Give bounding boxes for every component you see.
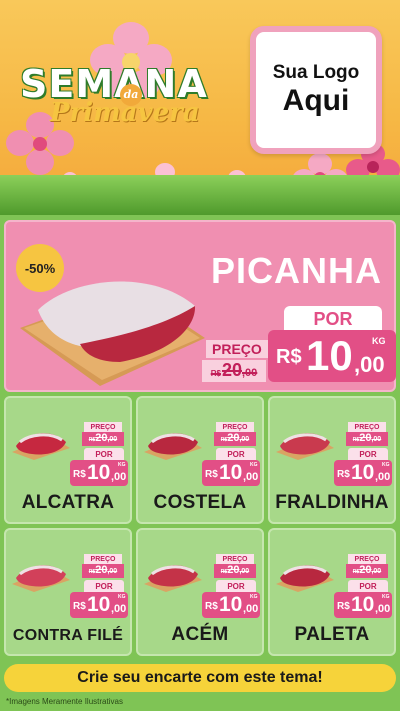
new-price: R$ 10,00 KG xyxy=(334,460,392,486)
new-price: R$ 10,00 KG xyxy=(70,460,128,486)
campaign-title: SEMANA da Primavera xyxy=(20,62,235,132)
new-price-label: POR xyxy=(216,580,256,592)
product-card[interactable]: PREÇO R$ 20,00 POR R$ 10,00 KG FRALDINHA xyxy=(268,396,396,524)
new-price-label: POR xyxy=(284,306,382,332)
old-price-label: PREÇO xyxy=(216,422,254,432)
new-price-label: POR xyxy=(84,580,124,592)
product-name: PALETA xyxy=(294,624,370,645)
featured-product-name: PICANHA xyxy=(211,250,383,291)
new-price: R$ 10,00 KG xyxy=(202,592,260,618)
old-price-label: PREÇO xyxy=(84,554,122,564)
product-name: ACÉM xyxy=(171,624,229,645)
meat-icon xyxy=(12,433,70,460)
new-price: R$ 10,00 KG xyxy=(202,460,260,486)
new-price: R$ 10 ,00 KG xyxy=(268,330,396,382)
logo-text-line1: Sua Logo xyxy=(272,62,360,83)
disclaimer-text: *Imagens Meramente Ilustrativas xyxy=(6,697,123,706)
old-price: R$ 20,00 xyxy=(202,360,266,382)
old-price-label: PREÇO xyxy=(348,422,386,432)
meat-icon xyxy=(276,433,334,460)
new-price: R$ 10,00 KG xyxy=(334,592,392,618)
product-card[interactable]: PREÇO R$ 20,00 POR R$ 10,00 KG ACÉM xyxy=(136,528,264,656)
new-price: R$ 10,00 KG xyxy=(70,592,128,618)
new-price-label: POR xyxy=(216,448,256,460)
logo-text-line2: Aqui xyxy=(282,84,350,117)
product-grid: PREÇO R$ 20,00 POR R$ 10,00 KG ALCATRA PREÇO R$ 20… xyxy=(4,396,396,660)
meat-icon xyxy=(144,433,202,460)
cta-banner[interactable]: Crie seu encarte com este tema! xyxy=(4,664,396,692)
old-price-label: PREÇO xyxy=(348,554,386,564)
product-name: CONTRA FILÉ xyxy=(12,627,124,644)
old-price: R$ 20,00 xyxy=(346,432,388,446)
discount-badge: -50% xyxy=(16,244,64,292)
product-name: ALCATRA xyxy=(21,492,115,513)
grass-strip xyxy=(0,175,400,215)
product-card[interactable]: PREÇO R$ 20,00 POR R$ 10,00 KG PALETA xyxy=(268,528,396,656)
new-price-label: POR xyxy=(84,448,124,460)
product-card[interactable]: PREÇO R$ 20,00 POR R$ 10,00 KG CONTRA FILÉ xyxy=(4,528,132,656)
new-price-label: POR xyxy=(348,448,388,460)
old-price: R$ 20,00 xyxy=(346,564,388,578)
title-primavera: Primavera xyxy=(50,98,200,128)
old-price-label: PREÇO xyxy=(216,554,254,564)
header-banner: SEMANA da Primavera Sua Logo Aqui xyxy=(0,0,400,215)
product-name: COSTELA xyxy=(153,492,247,513)
old-price-label: PREÇO xyxy=(206,340,268,358)
meat-icon xyxy=(144,565,202,592)
product-name: FRALDINHA xyxy=(275,492,389,513)
old-price-label: PREÇO xyxy=(84,422,122,432)
meat-icon xyxy=(276,565,334,592)
old-price: R$ 20,00 xyxy=(82,432,124,446)
product-card[interactable]: PREÇO R$ 20,00 POR R$ 10,00 KG ALCATRA xyxy=(4,396,132,524)
new-price-label: POR xyxy=(348,580,388,592)
featured-offer[interactable]: -50% PICANHA PREÇO R$ 20,00 POR R$ 10 ,00… xyxy=(4,220,396,392)
old-price: R$ 20,00 xyxy=(214,432,256,446)
meat-icon xyxy=(12,565,70,592)
old-price: R$ 20,00 xyxy=(82,564,124,578)
old-price: R$ 20,00 xyxy=(214,564,256,578)
product-card[interactable]: PREÇO R$ 20,00 POR R$ 10,00 KG COSTELA xyxy=(136,396,264,524)
logo-placeholder[interactable]: Sua Logo Aqui xyxy=(250,26,382,154)
